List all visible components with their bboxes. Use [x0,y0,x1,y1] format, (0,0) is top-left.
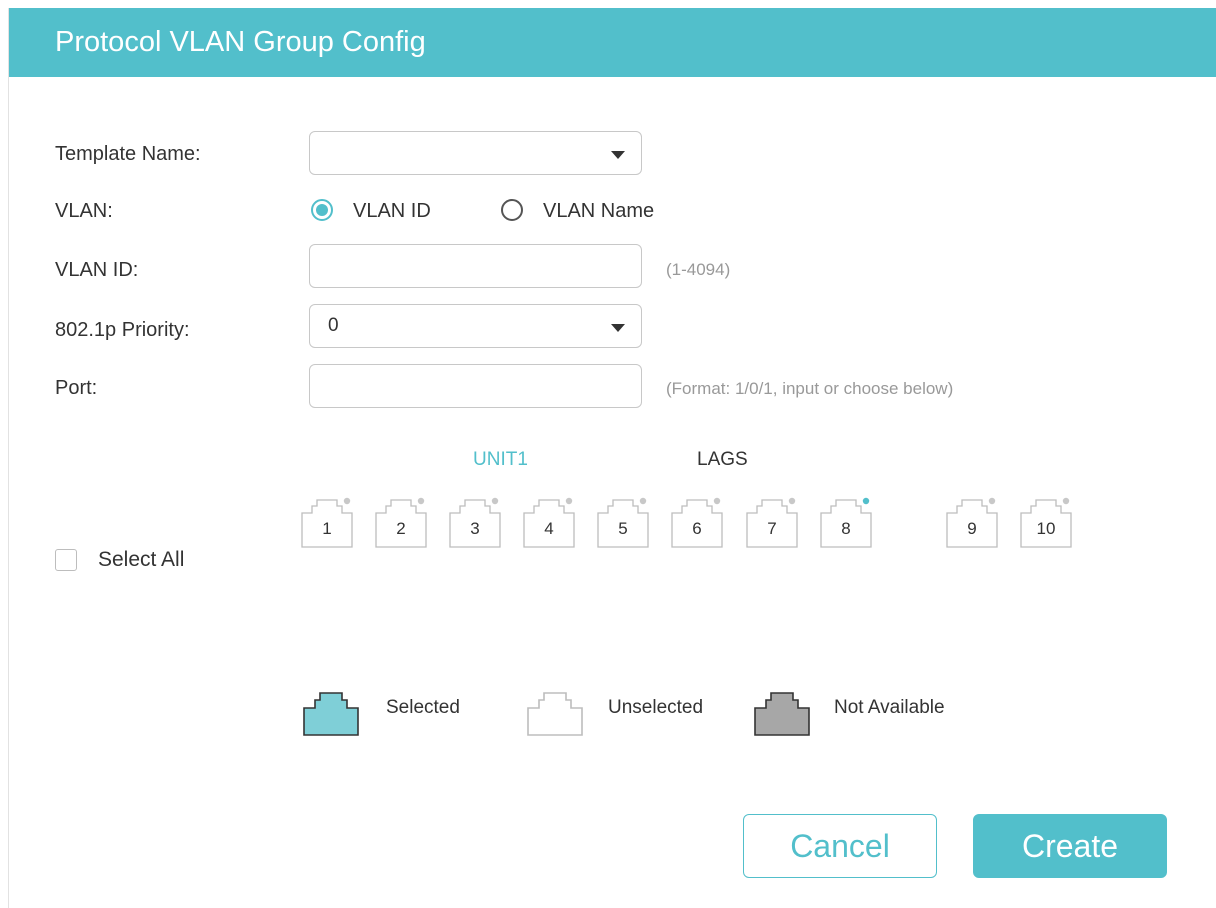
unselected-legend-icon [527,692,583,736]
priority-value: 0 [328,315,339,336]
port-number-label: 4 [544,519,554,538]
port-number-label: 1 [322,519,332,538]
port-number-label: 8 [841,519,851,538]
port-input[interactable] [309,364,642,408]
dialog-header: Protocol VLAN Group Config [9,8,1216,77]
port-7[interactable]: 7 [746,495,798,548]
selected-legend-icon [303,692,359,736]
template-name-select[interactable] [309,131,642,175]
select-all-checkbox[interactable] [55,549,77,571]
unit1-tab[interactable]: UNIT1 [473,449,528,471]
port-5[interactable]: 5 [597,495,649,548]
port-status-dot [1062,497,1070,505]
port-4[interactable]: 4 [523,495,575,548]
port-number-label: 6 [692,519,702,538]
cancel-button[interactable]: Cancel [743,814,937,878]
port-8[interactable]: 8 [820,495,872,548]
select-all-label[interactable]: Select All [98,548,184,572]
priority-label: 802.1p Priority: [55,319,190,341]
port-number-label: 10 [1036,519,1056,538]
vlan-label: VLAN: [55,200,113,222]
lags-tab[interactable]: LAGS [697,449,748,471]
dropdown-arrow-icon [611,324,625,332]
port-2[interactable]: 2 [375,495,427,548]
legend-selected-label: Selected [386,697,460,718]
vlan-id-input[interactable] [309,244,642,288]
port-label: Port: [55,377,98,399]
port-hint: (Format: 1/0/1, input or choose below) [666,379,954,398]
create-button[interactable]: Create [973,814,1167,878]
vlan-name-radio[interactable] [501,199,523,221]
port-1[interactable]: 1 [301,495,353,548]
port-status-dot [713,497,721,505]
port-6[interactable]: 6 [671,495,723,548]
port-number-label: 7 [767,519,777,538]
port-number-label: 3 [470,519,480,538]
port-status-dot [343,497,351,505]
port-number-label: 5 [618,519,628,538]
port-9[interactable]: 9 [946,495,998,548]
legend-not-available-label: Not Available [834,697,945,718]
vlan-name-radio-label[interactable]: VLAN Name [543,200,654,223]
dropdown-arrow-icon [611,151,625,159]
vlan-id-hint: (1-4094) [666,260,731,279]
port-status-dot [417,497,425,505]
vlan-id-radio-label[interactable]: VLAN ID [353,200,431,223]
port-10[interactable]: 10 [1020,495,1072,548]
vlan-id-label: VLAN ID: [55,259,139,281]
template-name-label: Template Name: [55,143,201,165]
legend-unselected-label: Unselected [608,697,704,718]
not-available-legend-icon [754,692,810,736]
port-number-label: 9 [967,519,977,538]
port-3[interactable]: 3 [449,495,501,548]
port-status-dot [639,497,647,505]
port-status-dot [788,497,796,505]
priority-select[interactable]: 0 [309,304,642,348]
port-status-dot [988,497,996,505]
vlan-id-radio[interactable] [311,199,333,221]
port-status-dot [491,497,499,505]
port-number-label: 2 [396,519,406,538]
port-status-dot [862,497,870,505]
dialog-title: Protocol VLAN Group Config [55,26,426,58]
protocol-vlan-group-dialog: Protocol VLAN Group Config Template Name… [8,8,1216,908]
port-status-dot [565,497,573,505]
